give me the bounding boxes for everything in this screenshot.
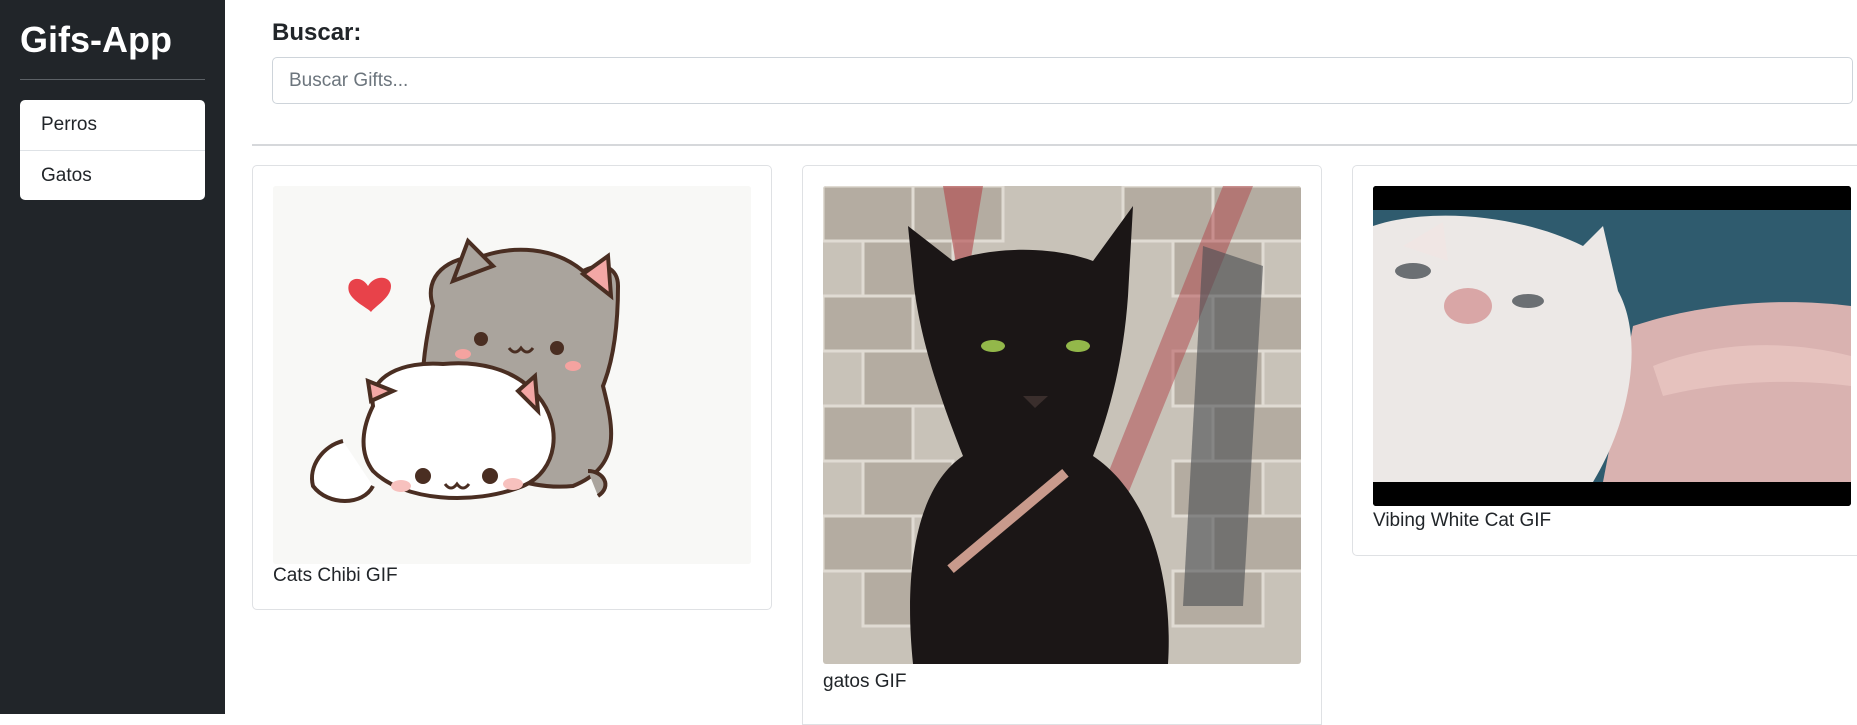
app-title: Gifs-App [20,19,172,60]
gif-title: gatos GIF [823,671,907,692]
sidebar: Gifs-App Perros Gatos [0,0,225,714]
gif-card[interactable]: Cats Chibi GIF [252,165,772,610]
search-input[interactable] [272,57,1853,104]
gif-title: Vibing White Cat GIF [1373,510,1552,531]
search-history-list: Perros Gatos [20,100,205,200]
sidebar-divider [20,79,205,80]
gif-title: Cats Chibi GIF [273,565,398,586]
search-label: Buscar: [272,19,362,46]
gif-card[interactable]: Vibing White Cat GIF [1352,165,1857,556]
history-item-perros[interactable]: Perros [20,100,205,150]
history-item-gatos[interactable]: Gatos [20,150,205,200]
gif-image [1373,186,1851,506]
gif-card[interactable]: gatos GIF [802,165,1322,725]
content-divider [252,144,1857,146]
gif-image [273,186,751,564]
main-content: Buscar: Buscar Gifts... Cats Chibi GIF g… [225,0,1857,725]
gif-image [823,186,1301,664]
